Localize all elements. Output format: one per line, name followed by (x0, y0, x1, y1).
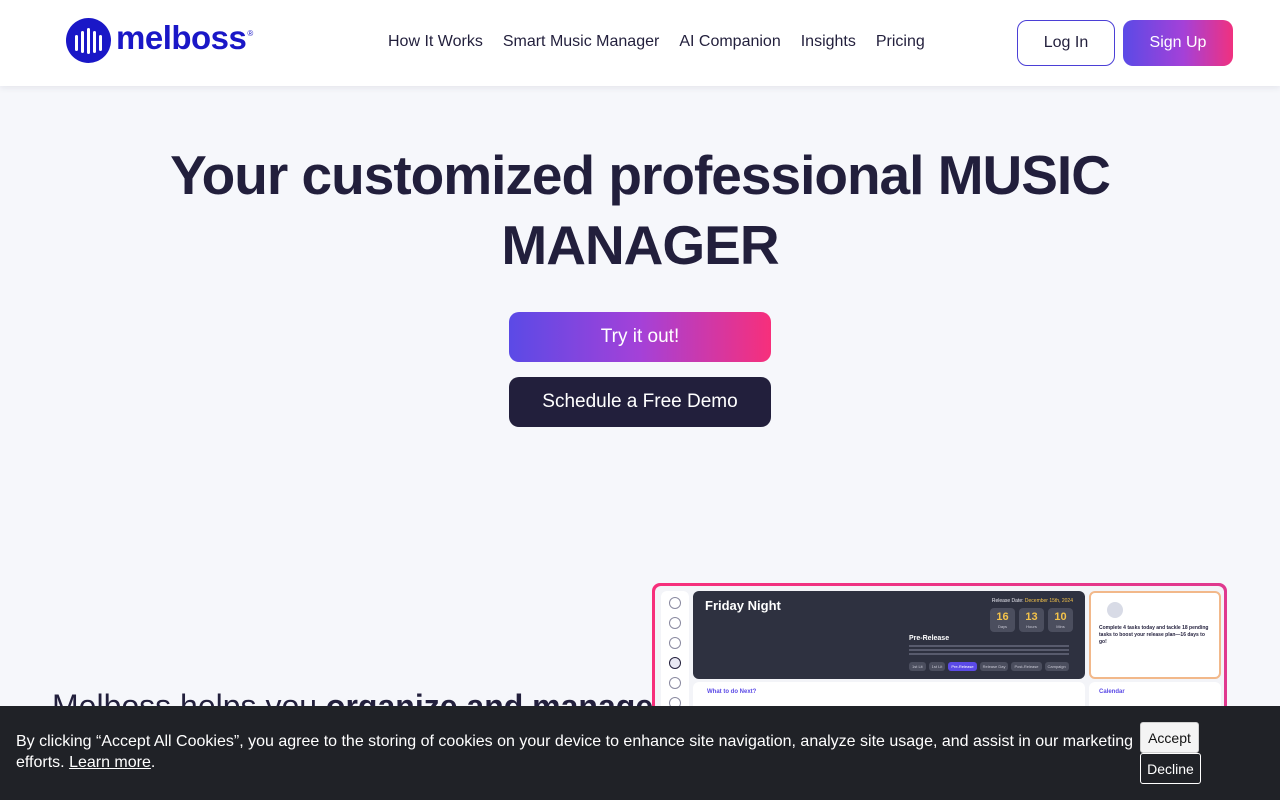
preview-stage-title: Pre-Release (909, 635, 950, 642)
page: melboss ® How It Works Smart Music Manag… (0, 0, 1280, 800)
cookie-banner: By clicking “Accept All Cookies”, you ag… (0, 706, 1280, 800)
countdown-hours: 13 Hours (1019, 608, 1044, 632)
gauge-icon (669, 677, 681, 689)
countdown-mins-unit: Mins (1056, 623, 1065, 629)
robot-icon (1107, 602, 1123, 618)
countdown-mins-value: 10 (1054, 610, 1067, 623)
nav-ai-companion[interactable]: AI Companion (679, 33, 780, 53)
preview-project-card: Friday Night Release Date: December 15th… (693, 591, 1085, 679)
cookie-message: By clicking “Accept All Cookies”, you ag… (16, 731, 1136, 773)
cookie-text: By clicking “Accept All Cookies”, you ag… (16, 733, 1134, 771)
countdown-mins: 10 Mins (1048, 608, 1073, 632)
stage-pill: Campaign (1044, 662, 1069, 671)
login-button[interactable]: Log In (1017, 20, 1115, 66)
preview-stage-pills: 1st Lit 1st Lit Pre-Release Release Day … (909, 662, 1069, 671)
preview-ai-message: Complete 4 tasks today and tackle 18 pen… (1099, 625, 1209, 645)
registered-mark: ® (247, 29, 254, 38)
try-it-out-button[interactable]: Try it out! (509, 312, 771, 362)
cd-icon (669, 637, 681, 649)
schedule-demo-button[interactable]: Schedule a Free Demo (509, 377, 771, 427)
logo-wordmark: melboss (116, 18, 247, 56)
nav-pricing[interactable]: Pricing (876, 33, 925, 53)
stage-pill: Post-Release (1011, 662, 1042, 671)
preview-release-value: December 15th, 2024 (1024, 598, 1073, 604)
stage-pill: 1st Lit (928, 662, 946, 671)
chart-icon (669, 617, 681, 629)
companion-icon (669, 657, 681, 669)
stage-pill-active: Pre-Release (948, 662, 977, 671)
countdown-days: 16 Days (990, 608, 1015, 632)
countdown-days-unit: Days (997, 623, 1008, 629)
nav-how-it-works[interactable]: How It Works (388, 33, 483, 53)
preview-release-date: Release Date: December 15th, 2024 (992, 598, 1073, 604)
preview-countdown: 16 Days 13 Hours 10 Mins (990, 608, 1073, 632)
countdown-hours-unit: Hours (1026, 623, 1037, 629)
stage-pill: Release Day (979, 662, 1009, 671)
decline-cookies-button[interactable]: Decline (1140, 753, 1201, 784)
preview-project-title: Friday Night (705, 598, 781, 613)
preview-calendar-title: Calendar (1099, 689, 1125, 695)
countdown-days-value: 16 (996, 610, 1009, 623)
main-nav: How It Works Smart Music Manager AI Comp… (388, 33, 925, 53)
nav-insights[interactable]: Insights (801, 33, 856, 53)
cookie-suffix: . (150, 754, 156, 771)
learn-more-link[interactable]: Learn more (69, 754, 151, 771)
preview-ai-card: Complete 4 tasks today and tackle 18 pen… (1089, 591, 1221, 679)
signup-button[interactable]: Sign Up (1123, 20, 1233, 66)
accept-cookies-button[interactable]: Accept (1140, 722, 1199, 753)
countdown-hours-value: 13 (1025, 610, 1038, 623)
site-header: melboss ® How It Works Smart Music Manag… (0, 0, 1280, 86)
preview-stage-description (909, 645, 1069, 657)
preview-release-label: Release Date: (991, 598, 1024, 604)
stage-pill: 1st Lit (909, 662, 926, 671)
nav-smart-music-manager[interactable]: Smart Music Manager (503, 33, 660, 53)
preview-next-title: What to do Next? (707, 689, 757, 695)
hero-title: Your customized professional MUSIC MANAG… (170, 144, 1111, 276)
logo-link[interactable]: melboss ® (66, 17, 253, 63)
logo-icon (66, 17, 111, 63)
menu-icon (669, 597, 681, 609)
